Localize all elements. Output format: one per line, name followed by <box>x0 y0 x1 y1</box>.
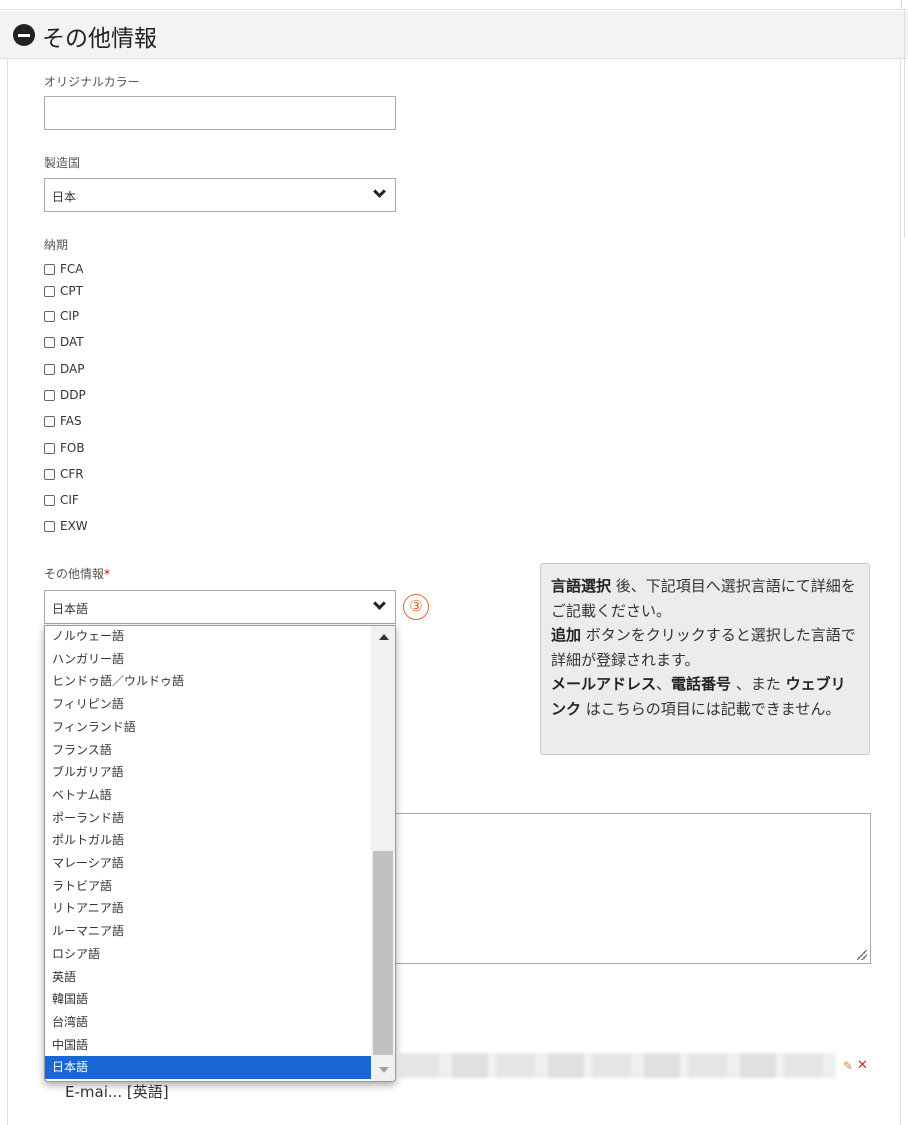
other-info-label: その他情報* <box>44 565 110 582</box>
dropdown-option[interactable]: ヒンドゥ語／ウルドゥ語 <box>45 670 371 693</box>
original-color-input[interactable] <box>44 96 396 130</box>
resize-handle-icon[interactable] <box>857 950 867 960</box>
checkbox[interactable] <box>44 520 55 532</box>
scroll-down-icon[interactable] <box>379 1067 389 1073</box>
dropdown-option[interactable]: ブルガリア語 <box>45 761 371 784</box>
panel-divider <box>904 10 905 238</box>
delivery-option[interactable]: FCA <box>44 261 84 277</box>
help-paragraph-2: 追加 ボタンをクリックすると選択した言語で詳細が登録されます。 <box>551 623 859 672</box>
delivery-option[interactable]: CPT <box>44 283 83 299</box>
delivery-option[interactable]: FAS <box>44 413 82 429</box>
top-border <box>0 0 908 10</box>
delivery-option[interactable]: DAT <box>44 334 84 350</box>
checkbox-label: CIF <box>60 493 79 507</box>
checkbox[interactable] <box>44 263 55 275</box>
delivery-option[interactable]: CIF <box>44 492 79 508</box>
help-text: 、また <box>731 675 786 693</box>
checkbox[interactable] <box>44 442 55 454</box>
help-text: ボタンをクリックすると選択した言語で詳細が登録されます。 <box>551 626 856 669</box>
dropdown-option[interactable]: 中国語 <box>45 1034 371 1057</box>
help-text: 、 <box>656 675 672 693</box>
dropdown-option[interactable]: ポーランド語 <box>45 807 371 830</box>
checkbox-label: FAS <box>60 414 82 428</box>
checkbox-label: DDP <box>60 388 86 402</box>
checkbox[interactable] <box>44 285 55 297</box>
checkbox[interactable] <box>44 494 55 506</box>
checkbox[interactable] <box>44 310 55 322</box>
country-select[interactable]: 日本 <box>44 178 396 212</box>
dropdown-option[interactable]: ラトビア語 <box>45 875 371 898</box>
delivery-option[interactable]: CIP <box>44 308 79 324</box>
dropdown-option[interactable]: フランス語 <box>45 739 371 762</box>
country-label: 製造国 <box>44 156 81 170</box>
language-dropdown-list[interactable]: ノルウェー語 ハンガリー語 ヒンドゥ語／ウルドゥ語 フィリピン語 フィンランド語… <box>44 625 396 1082</box>
registered-entry-blurred <box>400 1053 836 1078</box>
scroll-up-icon[interactable] <box>379 634 389 640</box>
checkbox-label: CFR <box>60 467 84 481</box>
dropdown-option[interactable]: 台湾語 <box>45 1011 371 1034</box>
checkbox[interactable] <box>44 336 55 348</box>
help-paragraph-1: 言語選択 後、下記項目へ選択言語にて詳細をご記載ください。 <box>551 574 859 623</box>
detail-textarea[interactable] <box>395 813 871 964</box>
original-color-label: オリジナルカラー <box>44 75 140 89</box>
language-help-box: 言語選択 後、下記項目へ選択言語にて詳細をご記載ください。 追加 ボタンをクリッ… <box>540 563 870 755</box>
dropdown-option-selected[interactable]: 日本語 <box>45 1056 371 1079</box>
section-title: その他情報 <box>42 26 157 52</box>
registered-entry-text: E-mai... [英語] <box>65 1083 169 1101</box>
checkbox-label: DAT <box>60 335 84 349</box>
checkbox-label: FCA <box>60 262 84 276</box>
checkbox[interactable] <box>44 415 55 427</box>
dropdown-scrollbar[interactable] <box>371 626 395 1081</box>
country-select-value: 日本 <box>52 190 77 204</box>
dropdown-option[interactable]: ハンガリー語 <box>45 648 371 671</box>
help-bold: 言語選択 <box>551 577 612 595</box>
dropdown-option[interactable]: 韓国語 <box>45 988 371 1011</box>
other-info-label-text: その他情報 <box>44 567 105 581</box>
delivery-option[interactable]: DAP <box>44 361 84 377</box>
help-bold: 電話番号 <box>671 675 732 693</box>
pencil-icon[interactable]: ✎ <box>843 1059 853 1073</box>
dropdown-option[interactable]: ベトナム語 <box>45 784 371 807</box>
dropdown-option[interactable]: フィンランド語 <box>45 716 371 739</box>
checkbox-label: EXW <box>60 519 88 533</box>
help-bold: メールアドレス <box>551 675 657 693</box>
checkbox[interactable] <box>44 468 55 480</box>
top-divider <box>901 0 902 10</box>
dropdown-option[interactable]: 英語 <box>45 966 371 989</box>
dropdown-option[interactable]: フィリピン語 <box>45 693 371 716</box>
checkbox-label: FOB <box>60 441 85 455</box>
dropdown-option[interactable]: ロシア語 <box>45 943 371 966</box>
help-paragraph-3: メールアドレス、電話番号 、また ウェブリンク はこちらの項目には記載できません… <box>551 672 859 721</box>
delivery-option[interactable]: DDP <box>44 387 86 403</box>
language-select-value: 日本語 <box>52 602 89 616</box>
dropdown-option[interactable]: ルーマニア語 <box>45 920 371 943</box>
checkbox[interactable] <box>44 363 55 375</box>
required-mark: * <box>104 567 111 581</box>
scroll-thumb[interactable] <box>373 851 393 1055</box>
dropdown-option[interactable]: リトアニア語 <box>45 897 371 920</box>
dropdown-option[interactable]: マレーシア語 <box>45 852 371 875</box>
language-select[interactable]: 日本語 <box>44 590 396 624</box>
delivery-label: 納期 <box>44 238 69 252</box>
checkbox-label: DAP <box>60 362 85 376</box>
chevron-down-icon <box>373 597 386 610</box>
dropdown-option[interactable]: ポルトガル語 <box>45 829 371 852</box>
help-bold: 追加 <box>551 626 582 644</box>
checkbox-label: CIP <box>60 309 80 323</box>
section-header[interactable]: その他情報 <box>0 11 908 59</box>
delivery-option[interactable]: CFR <box>44 466 84 482</box>
close-icon[interactable]: ✕ <box>857 1058 868 1073</box>
delivery-option[interactable]: FOB <box>44 440 85 456</box>
checkbox[interactable] <box>44 389 55 401</box>
checkbox-label: CPT <box>60 284 83 298</box>
minus-circle-icon[interactable] <box>13 24 35 46</box>
delivery-option[interactable]: EXW <box>44 518 88 534</box>
step-annotation: ③ <box>403 594 429 620</box>
chevron-down-icon <box>373 185 386 198</box>
dropdown-option[interactable]: ノルウェー語 <box>45 626 371 648</box>
help-text: はこちらの項目には記載できません。 <box>581 699 841 718</box>
